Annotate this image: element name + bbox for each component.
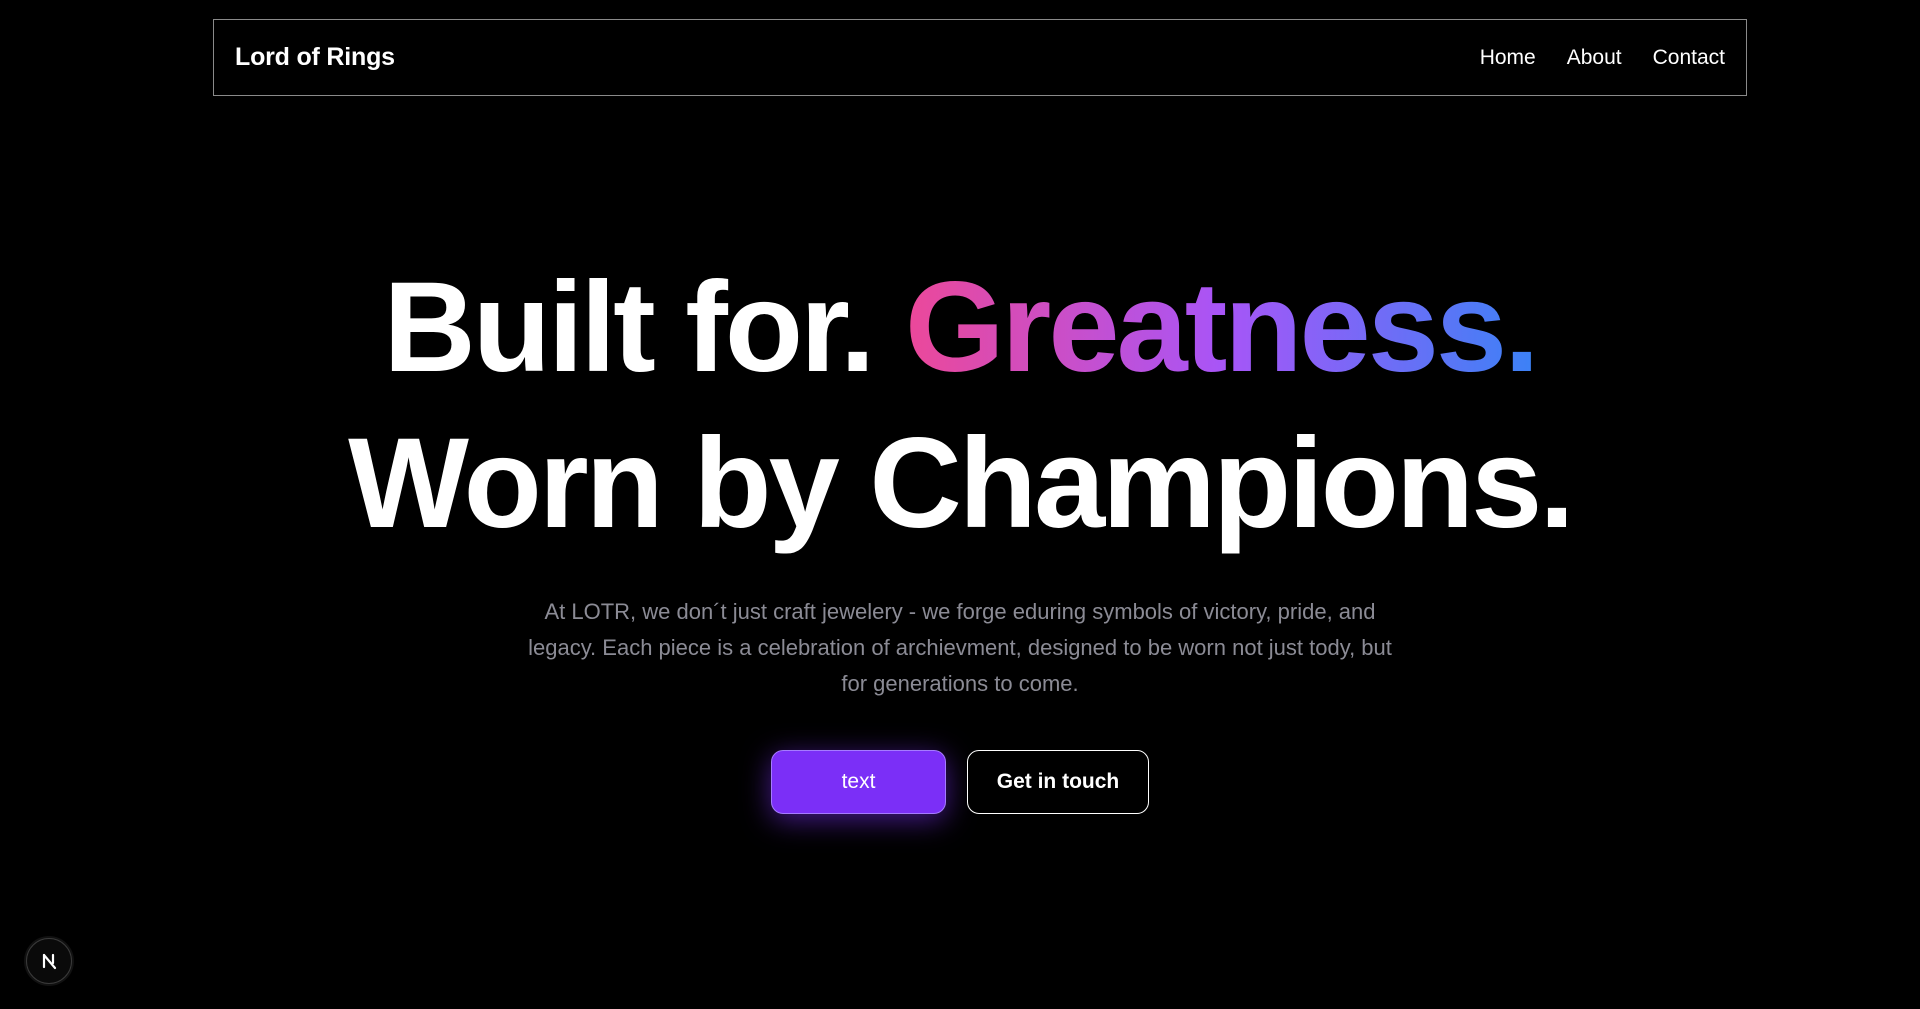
get-in-touch-button[interactable]: Get in touch (967, 750, 1149, 814)
navbar: Lord of Rings Home About Contact (213, 19, 1747, 96)
hero-headline: Built for. Greatness. Worn by Champions. (0, 250, 1920, 562)
nav-link-contact[interactable]: Contact (1653, 46, 1725, 70)
nav-link-home[interactable]: Home (1480, 46, 1536, 70)
nav-links: Home About Contact (1480, 46, 1725, 70)
brand-logo-text[interactable]: Lord of Rings (235, 43, 395, 72)
headline-greatness-gradient: Greatness. (904, 256, 1540, 399)
headline-line1: Built for. Greatness. (383, 256, 1540, 399)
nav-link-about[interactable]: About (1567, 46, 1622, 70)
headline-built-for: Built for. (383, 256, 875, 399)
nextjs-logo-icon (42, 953, 57, 970)
cta-row: text Get in touch (0, 750, 1920, 814)
primary-cta-button[interactable]: text (771, 750, 946, 814)
page: Lord of Rings Home About Contact Built f… (0, 0, 1920, 1009)
hero-description: At LOTR, we don´t just craft jewelery - … (528, 599, 1392, 696)
nextjs-dev-indicator[interactable] (26, 938, 72, 984)
headline-line2: Worn by Champions. (348, 412, 1575, 555)
hero-section: Built for. Greatness. Worn by Champions.… (0, 250, 1920, 814)
